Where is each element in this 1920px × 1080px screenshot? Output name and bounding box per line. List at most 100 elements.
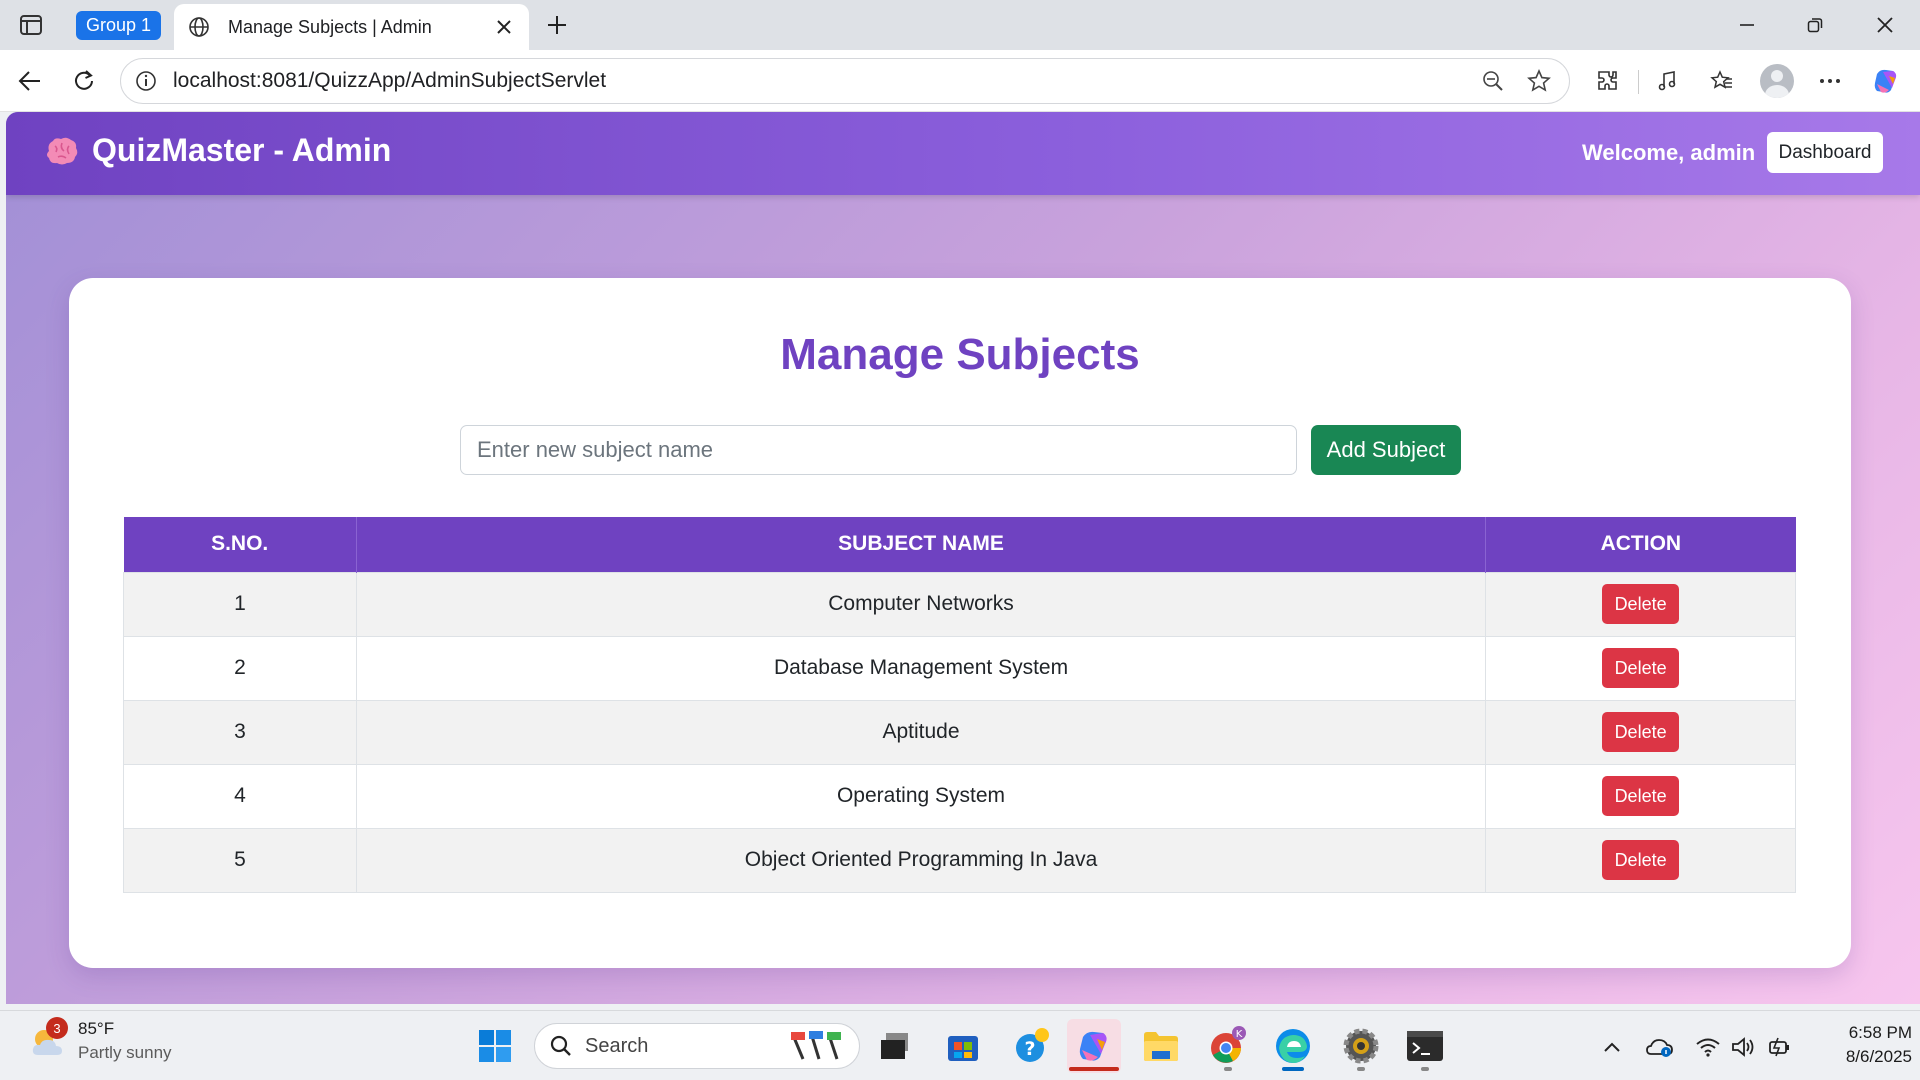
- search-highlight-icon: [791, 1031, 841, 1060]
- weather-condition: Partly sunny: [78, 1043, 172, 1062]
- row-sno: 2: [123, 635, 357, 701]
- chevron-up-icon[interactable]: [1598, 1033, 1626, 1061]
- task-view-icon[interactable]: [868, 1019, 922, 1073]
- active-tab[interactable]: Manage Subjects | Admin: [174, 4, 529, 50]
- svg-text:?: ?: [1024, 1038, 1035, 1060]
- close-window-icon[interactable]: [1870, 10, 1900, 40]
- row-subject-name: Object Oriented Programming In Java: [355, 827, 1487, 893]
- browser-tab-bar: Group 1 Manage Subjects | Admin: [0, 0, 1920, 50]
- favorites-icon[interactable]: [1706, 65, 1738, 97]
- table-row: 3 Aptitude Delete: [123, 699, 1796, 765]
- browser-toolbar: localhost:8081/QuizzApp/AdminSubjectServ…: [0, 50, 1920, 112]
- favorite-star-icon[interactable]: [1523, 65, 1555, 97]
- table-row: 5 Object Oriented Programming In Java De…: [123, 827, 1796, 893]
- globe-icon: [188, 15, 212, 39]
- weather-badge: 3: [46, 1017, 68, 1039]
- running-indicator: [1421, 1067, 1429, 1071]
- row-subject-name: Operating System: [355, 763, 1487, 829]
- running-indicator: [1357, 1067, 1365, 1071]
- app-navbar: QuizMaster - Admin Welcome, admin Dashbo…: [6, 112, 1920, 195]
- table-row: 1 Computer Networks Delete: [123, 571, 1796, 637]
- brand[interactable]: QuizMaster - Admin: [44, 132, 391, 169]
- delete-button[interactable]: Delete: [1602, 584, 1680, 624]
- close-tab-icon[interactable]: [493, 16, 515, 38]
- get-help-icon[interactable]: ?: [1005, 1019, 1059, 1073]
- delete-button[interactable]: Delete: [1602, 776, 1680, 816]
- page-title: Manage Subjects: [780, 330, 1140, 379]
- media-icon[interactable]: [1652, 65, 1684, 97]
- file-explorer-icon[interactable]: [1134, 1019, 1188, 1073]
- clock-time: 6:58 PM: [1848, 1023, 1912, 1042]
- table-header-row: S.NO. SUBJECT NAME ACTION: [123, 517, 1796, 572]
- row-subject-name: Computer Networks: [355, 571, 1487, 637]
- onedrive-icon[interactable]: [1646, 1033, 1674, 1061]
- zoom-out-icon[interactable]: [1477, 65, 1509, 97]
- tab-group-chip[interactable]: Group 1: [76, 11, 162, 40]
- volume-icon[interactable]: [1730, 1033, 1758, 1061]
- copilot-app-icon[interactable]: [1067, 1019, 1121, 1073]
- delete-button[interactable]: Delete: [1602, 712, 1680, 752]
- tab-title: Manage Subjects | Admin: [228, 16, 432, 37]
- subject-name-input[interactable]: [460, 425, 1297, 475]
- delete-button[interactable]: Delete: [1602, 840, 1680, 880]
- url-text[interactable]: localhost:8081/QuizzApp/AdminSubjectServ…: [173, 69, 1477, 93]
- row-sno: 4: [123, 763, 357, 829]
- clock-date: 8/6/2025: [1845, 1047, 1912, 1066]
- site-info-icon[interactable]: [135, 69, 159, 93]
- row-sno: 1: [123, 571, 357, 637]
- active-indicator: [1069, 1067, 1119, 1071]
- weather-widget[interactable]: 3 85°F Partly sunny: [28, 1017, 172, 1063]
- row-subject-name: Aptitude: [355, 699, 1487, 765]
- row-action: Delete: [1485, 763, 1796, 829]
- brain-icon: [47, 137, 78, 164]
- partly-sunny-icon: 3: [28, 1017, 68, 1061]
- start-windows-icon[interactable]: [468, 1019, 522, 1073]
- add-subject-button[interactable]: Add Subject: [1311, 425, 1461, 475]
- delete-button[interactable]: Delete: [1602, 648, 1680, 688]
- table-row: 2 Database Management System Delete: [123, 635, 1796, 701]
- search-icon: [550, 1035, 571, 1056]
- header-sno: S.NO.: [123, 517, 357, 572]
- running-indicator: [1224, 1067, 1232, 1071]
- row-action: Delete: [1485, 699, 1796, 765]
- address-bar[interactable]: localhost:8081/QuizzApp/AdminSubjectServ…: [120, 58, 1570, 104]
- terminal-icon[interactable]: [1398, 1019, 1452, 1073]
- system-clock[interactable]: 6:58 PM 8/6/2025: [1812, 1021, 1912, 1069]
- row-subject-name: Database Management System: [355, 635, 1487, 701]
- profile-avatar[interactable]: [1760, 64, 1794, 98]
- active-indicator: [1282, 1067, 1304, 1071]
- battery-icon[interactable]: [1766, 1033, 1794, 1061]
- page-viewport: QuizMaster - Admin Welcome, admin Dashbo…: [6, 112, 1920, 1004]
- new-tab-icon[interactable]: [542, 10, 572, 40]
- header-action: ACTION: [1485, 517, 1796, 572]
- row-action: Delete: [1485, 635, 1796, 701]
- row-sno: 3: [123, 699, 357, 765]
- taskbar-search[interactable]: Search: [534, 1023, 860, 1069]
- wifi-icon[interactable]: [1694, 1033, 1722, 1061]
- edge-icon[interactable]: [1266, 1019, 1320, 1073]
- refresh-icon[interactable]: [68, 65, 100, 97]
- row-sno: 5: [123, 827, 357, 893]
- welcome-text: Welcome, admin: [1582, 140, 1756, 165]
- dashboard-button[interactable]: Dashboard: [1767, 132, 1883, 173]
- tab-actions-icon[interactable]: [18, 12, 44, 38]
- windows-taskbar: 3 85°F Partly sunny Search ? K 6:58 PM 8…: [0, 1010, 1920, 1080]
- chrome-icon[interactable]: K: [1201, 1019, 1255, 1073]
- brand-title: QuizMaster - Admin: [92, 132, 392, 168]
- extensions-icon[interactable]: [1592, 65, 1624, 97]
- svg-text:K: K: [1236, 1029, 1243, 1040]
- microsoft-store-icon[interactable]: [936, 1019, 990, 1073]
- subjects-table: S.NO. SUBJECT NAME ACTION 1 Computer Net…: [123, 517, 1796, 893]
- copilot-icon[interactable]: [1870, 65, 1902, 97]
- toolbar-divider: [1638, 70, 1639, 94]
- search-label: Search: [585, 1034, 649, 1057]
- header-subject-name: SUBJECT NAME: [356, 517, 1487, 572]
- weather-temp: 85°F: [78, 1019, 115, 1038]
- back-icon[interactable]: [14, 65, 46, 97]
- more-options-icon[interactable]: [1814, 65, 1846, 97]
- minimize-icon[interactable]: [1732, 10, 1762, 40]
- restore-icon[interactable]: [1800, 10, 1830, 40]
- row-action: Delete: [1485, 571, 1796, 637]
- table-row: 4 Operating System Delete: [123, 763, 1796, 829]
- settings-gear-icon[interactable]: [1334, 1019, 1388, 1073]
